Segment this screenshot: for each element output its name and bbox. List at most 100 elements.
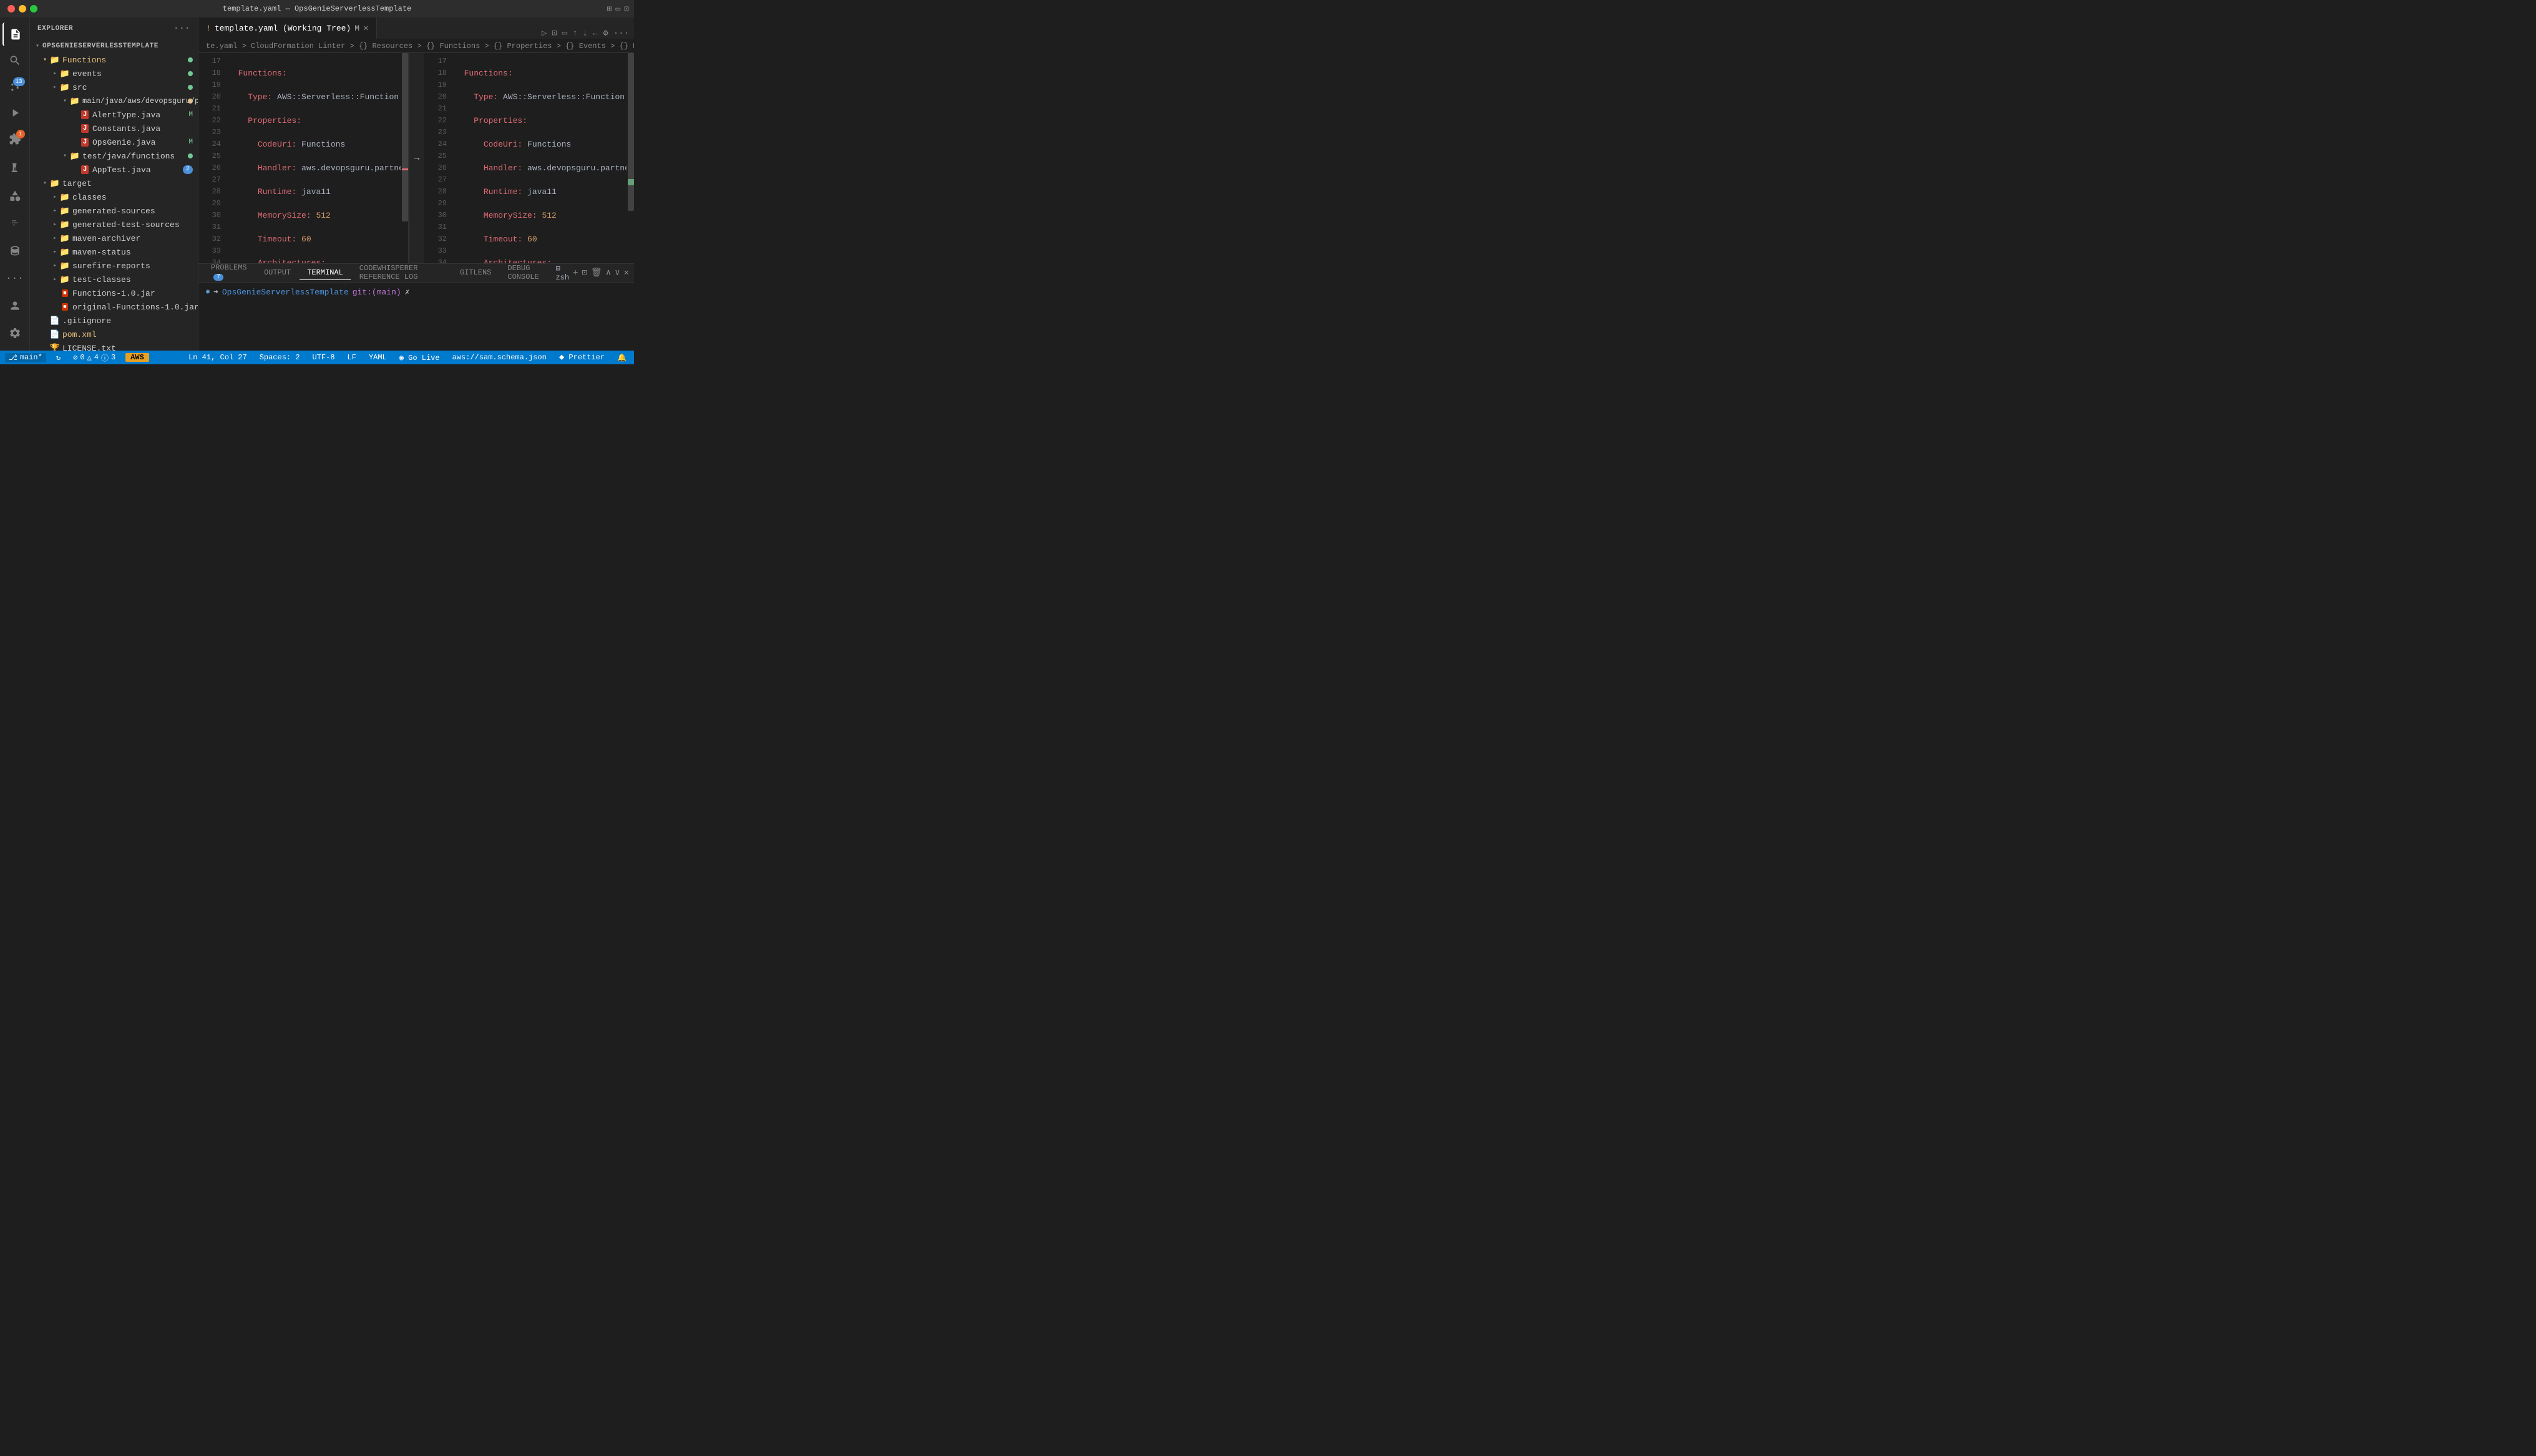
activity-more[interactable]: ··· bbox=[2, 266, 27, 291]
events-folder-icon: 📁 bbox=[60, 69, 70, 79]
tree-surefire-reports[interactable]: ▸ 📁 surefire-reports bbox=[30, 259, 198, 273]
tab-close-icon[interactable]: ✕ bbox=[363, 23, 368, 34]
tree-maven-archiver[interactable]: ▸ 📁 maven-archiver bbox=[30, 231, 198, 245]
tab-output[interactable]: OUTPUT bbox=[256, 266, 298, 280]
status-encoding[interactable]: UTF-8 bbox=[310, 353, 338, 362]
tree-alerttype[interactable]: J AlertType.java M bbox=[30, 108, 198, 122]
activity-docker[interactable] bbox=[2, 211, 27, 236]
status-notifications[interactable]: 🔔 bbox=[615, 353, 629, 362]
tree-opsgenie[interactable]: J OpsGenie.java M bbox=[30, 135, 198, 149]
close-button[interactable] bbox=[7, 5, 15, 12]
split-editor-icon[interactable]: ⊡ bbox=[552, 28, 557, 39]
maximize-button[interactable] bbox=[30, 5, 37, 12]
status-language[interactable]: YAML bbox=[366, 353, 389, 362]
activity-search[interactable] bbox=[2, 49, 27, 72]
tree-src[interactable]: ▸ 📁 src bbox=[30, 80, 198, 94]
tree-functions[interactable]: ▾ 📁 Functions bbox=[30, 53, 198, 67]
tree-test-classes[interactable]: ▸ 📁 test-classes bbox=[30, 273, 198, 286]
left-editor[interactable]: 1718192021 2223242526 2728293031 3233343… bbox=[198, 53, 409, 263]
alerttype-icon: J bbox=[80, 110, 90, 120]
tree-target[interactable]: ▾ 📁 target bbox=[30, 177, 198, 190]
line-ending-text: LF bbox=[348, 353, 356, 362]
new-file-icon[interactable]: ··· bbox=[173, 24, 190, 34]
tab-debug-console[interactable]: DEBUG CONSOLE bbox=[500, 261, 555, 284]
tree-classes[interactable]: ▸ 📁 classes bbox=[30, 190, 198, 204]
split-icon[interactable]: ▭ bbox=[615, 4, 620, 14]
status-branch[interactable]: ⎇ main* bbox=[5, 353, 46, 362]
right-editor[interactable]: 1718192021 2223242526 2728293031 3233343… bbox=[424, 53, 634, 263]
terminal-new-icon[interactable]: + bbox=[573, 268, 578, 278]
status-sync[interactable]: ↻ bbox=[54, 353, 63, 362]
terminal-collapse-icon[interactable]: ∧ bbox=[606, 268, 611, 278]
minimize-button[interactable] bbox=[19, 5, 26, 12]
left-code-content[interactable]: Functions: Type: AWS::Serverless::Functi… bbox=[226, 53, 401, 263]
left-scrollbar[interactable] bbox=[401, 53, 408, 263]
alerttype-label: AlertType.java bbox=[92, 110, 160, 120]
tree-functions-jar[interactable]: ■ Functions-1.0.jar bbox=[30, 286, 198, 300]
navigate-up-icon[interactable]: ↑ bbox=[572, 29, 577, 39]
status-left: ⎇ main* ↻ ⊘ 0 △ 4 ⓘ 3 AWS bbox=[5, 352, 149, 363]
activity-deploy[interactable] bbox=[2, 183, 27, 208]
opsgenie-badge: M bbox=[188, 138, 193, 146]
activity-files[interactable] bbox=[2, 22, 27, 46]
tree-generated-test-sources[interactable]: ▸ 📁 generated-test-sources bbox=[30, 218, 198, 231]
tree-root[interactable]: ▾ OPSGENIESERVERLESSTEMPLATE bbox=[30, 39, 198, 53]
activity-account[interactable] bbox=[2, 293, 27, 318]
right-scrollbar[interactable] bbox=[627, 53, 634, 263]
activity-flask[interactable] bbox=[2, 156, 27, 181]
left-scrollbar-thumb[interactable] bbox=[402, 53, 408, 221]
tree-test-java[interactable]: ▾ 📁 test/java/functions bbox=[30, 149, 198, 163]
navigate-down-icon[interactable]: ↓ bbox=[583, 29, 588, 39]
status-errors[interactable]: ⊘ 0 △ 4 ⓘ 3 bbox=[71, 352, 118, 363]
status-schema[interactable]: aws://sam.schema.json bbox=[450, 353, 549, 362]
sidebar-icon[interactable]: ⊡ bbox=[624, 4, 629, 14]
activity-settings[interactable] bbox=[2, 321, 27, 346]
navigate-back-icon[interactable]: ← bbox=[593, 29, 598, 39]
tab-gitlens[interactable]: GITLENS bbox=[452, 266, 499, 280]
window-controls[interactable] bbox=[7, 5, 37, 12]
tree-main-java[interactable]: ▾ 📁 main/java/aws/devopsguru/partner /..… bbox=[30, 94, 198, 108]
tree-events[interactable]: ▸ 📁 events bbox=[30, 67, 198, 80]
tree-generated-sources[interactable]: ▸ 📁 generated-sources bbox=[30, 204, 198, 218]
status-position[interactable]: Ln 41, Col 27 bbox=[186, 353, 250, 362]
tab-problems[interactable]: PROBLEMS 7 bbox=[203, 261, 255, 285]
run-tests-icon[interactable]: ▷ bbox=[542, 28, 547, 39]
diff-marker bbox=[628, 179, 634, 185]
terminal-split-icon[interactable]: ⊡ bbox=[582, 268, 587, 278]
layout-icon[interactable]: ⊞ bbox=[607, 4, 612, 14]
tree-gitignore[interactable]: 📄 .gitignore bbox=[30, 314, 198, 328]
status-aws[interactable]: AWS bbox=[125, 353, 149, 362]
terminal-trash-icon[interactable]: 🗑 bbox=[591, 268, 602, 278]
activity-extensions[interactable]: 1 bbox=[2, 127, 27, 151]
status-prettier[interactable]: ⬥ Prettier bbox=[557, 353, 607, 362]
tree-original-jar[interactable]: ■ original-Functions-1.0.jar bbox=[30, 300, 198, 314]
activity-run[interactable] bbox=[2, 101, 27, 125]
activity-database[interactable] bbox=[2, 238, 27, 263]
activity-source-control[interactable]: 13 bbox=[2, 75, 27, 99]
terminal-content[interactable]: ◉ ➜ OpsGenieServerlessTemplate git:(main… bbox=[198, 283, 634, 351]
status-line-ending[interactable]: LF bbox=[345, 353, 359, 362]
status-spaces[interactable]: Spaces: 2 bbox=[257, 353, 303, 362]
tree-constants[interactable]: J Constants.java bbox=[30, 122, 198, 135]
tree-pomxml[interactable]: 📄 pom.xml bbox=[30, 328, 198, 341]
terminal-close-icon[interactable]: ✕ bbox=[624, 268, 629, 278]
editor-split: 1718192021 2223242526 2728293031 3233343… bbox=[198, 53, 634, 263]
tree-maven-status[interactable]: ▸ 📁 maven-status bbox=[30, 245, 198, 259]
main-java-dot bbox=[188, 99, 193, 104]
activity-bar: 13 1 bbox=[0, 17, 30, 351]
tab-terminal[interactable]: TERMINAL bbox=[300, 266, 351, 280]
tab-codewhisperer[interactable]: CODEWHISPERER REFERENCE LOG bbox=[352, 261, 451, 284]
tree-license[interactable]: 🏆 LICENSE.txt bbox=[30, 341, 198, 351]
status-golive[interactable]: ◉ Go Live bbox=[397, 353, 442, 362]
right-scrollbar-thumb[interactable] bbox=[628, 53, 634, 211]
right-code-content[interactable]: Functions: Type: AWS::Serverless::Functi… bbox=[452, 53, 627, 263]
more-icon[interactable]: ··· bbox=[613, 29, 629, 39]
apptest-icon: J bbox=[80, 165, 90, 175]
settings-icon[interactable]: ⚙ bbox=[603, 28, 608, 39]
terminal-maximize-icon[interactable]: ∨ bbox=[615, 268, 620, 278]
tree-apptest[interactable]: J AppTest.java 2 bbox=[30, 163, 198, 177]
tab-template-yaml[interactable]: ! template.yaml (Working Tree) M ✕ bbox=[198, 17, 377, 39]
constants-icon: J bbox=[80, 124, 90, 133]
split-editor-right-icon[interactable]: ▭ bbox=[562, 28, 567, 39]
terminal-git-branch: git:(main) bbox=[353, 286, 401, 298]
